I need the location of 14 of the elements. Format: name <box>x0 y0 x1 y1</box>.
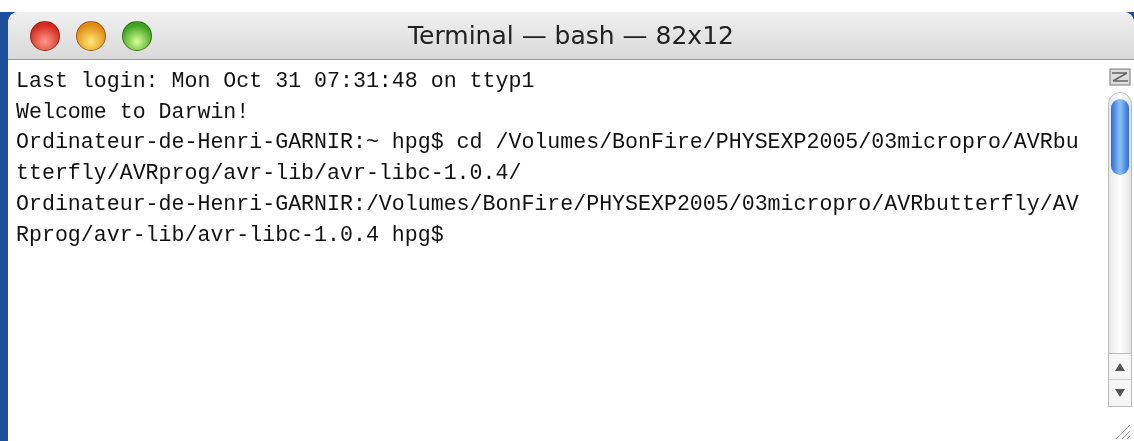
terminal-line: Last login: Mon Oct 31 07:31:48 on ttyp1 <box>16 68 535 95</box>
scroll-up-arrow-icon[interactable] <box>1114 361 1126 372</box>
window-title: Terminal — bash — 82x12 <box>408 20 734 50</box>
minimize-button[interactable] <box>76 20 106 51</box>
split-pane-icon[interactable] <box>1109 68 1131 86</box>
zoom-button[interactable] <box>122 20 152 51</box>
scroll-down-arrow-icon[interactable] <box>1114 388 1126 398</box>
terminal-line: tterfly/AVRprog/avr-lib/avr-libc-1.0.4/ <box>16 160 522 188</box>
terminal-line: Ordinateur-de-Henri-GARNIR:/Volumes/BonFire/PHYSEXP2005/03micropro/AVRbutterfly/AV <box>16 190 1079 218</box>
terminal-line: Ordinateur-de-Henri-GARNIR:~ hpg$ cd /Volumes/BonFire/PHYSEXP2005/03micropro/AVRbu <box>16 129 1079 157</box>
terminal-line: Welcome to Darwin! <box>16 98 250 126</box>
terminal-line: Rprog/avr-lib/avr-libc-1.0.4 hpg$ <box>16 221 444 249</box>
scrollbar-thumb[interactable] <box>1111 99 1129 175</box>
close-button[interactable] <box>30 20 60 51</box>
